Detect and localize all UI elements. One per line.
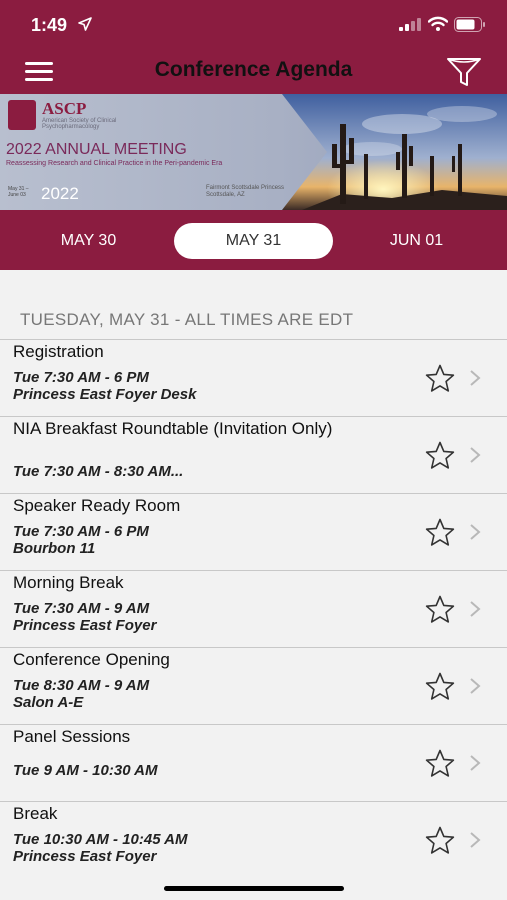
battery-icon — [454, 17, 485, 32]
chevron-right-icon — [470, 755, 481, 771]
cellular-signal-icon — [399, 18, 421, 31]
session-row[interactable]: Conference Opening Tue 8:30 AM - 9 AM Sa… — [0, 647, 507, 724]
star-outline-icon[interactable] — [425, 364, 455, 393]
status-time: 1:49 — [31, 15, 68, 35]
banner-venue: Fairmont Scottsdale Princess Scottsdale,… — [206, 185, 284, 199]
star-outline-icon[interactable] — [425, 749, 455, 778]
location-arrow-icon — [78, 17, 92, 31]
session-title: NIA Breakfast Roundtable (Invitation Onl… — [13, 419, 333, 438]
chevron-right-icon — [470, 370, 481, 386]
chevron-right-icon — [470, 447, 481, 463]
banner-dates: May 31 – June 03 — [8, 186, 29, 198]
chevron-right-icon — [470, 524, 481, 540]
app-header: 1:49 Conference Agenda — [0, 0, 507, 94]
session-row[interactable]: Panel Sessions Tue 9 AM - 10:30 AM — [0, 724, 507, 801]
session-location: Princess East Foyer — [13, 617, 157, 634]
date-tab-jun-01[interactable]: JUN 01 — [337, 223, 496, 259]
date-tab-may-31[interactable]: MAY 31 — [174, 223, 333, 259]
status-bar: 1:49 — [0, 0, 507, 50]
session-row[interactable]: NIA Breakfast Roundtable (Invitation Onl… — [0, 416, 507, 493]
banner-org: ASCP — [42, 99, 87, 118]
banner-org-full: American Society of Clinical Psychopharm… — [42, 118, 117, 130]
chevron-right-icon — [470, 601, 481, 617]
banner-year: 2022 — [41, 184, 79, 203]
session-time: Tue 8:30 AM - 9 AM — [13, 677, 150, 694]
banner-venue-line1: Fairmont Scottsdale Princess — [206, 185, 285, 191]
wifi-icon — [428, 16, 448, 31]
session-row[interactable]: Speaker Ready Room Tue 7:30 AM - 6 PM Bo… — [0, 493, 507, 570]
banner-subtitle: Reassessing Research and Clinical Practi… — [6, 160, 223, 167]
banner-venue-line2: Scottsdale, AZ — [206, 192, 245, 198]
session-row[interactable]: Break Tue 10:30 AM - 10:45 AM Princess E… — [0, 801, 507, 878]
chevron-right-icon — [470, 832, 481, 848]
banner-meeting-title: 2022 ANNUAL MEETING — [6, 141, 187, 158]
event-banner: ASCP American Society of Clinical Psycho… — [0, 94, 507, 210]
session-row[interactable]: Morning Break Tue 7:30 AM - 9 AM Princes… — [0, 570, 507, 647]
desert-cactus-image — [282, 94, 507, 210]
day-section-header: TUESDAY, MAY 31 - ALL TIMES ARE EDT — [20, 310, 354, 329]
session-title: Panel Sessions — [13, 727, 131, 746]
session-title: Conference Opening — [13, 650, 170, 669]
session-title: Registration — [13, 342, 104, 361]
session-time: Tue 7:30 AM - 6 PM — [13, 369, 149, 386]
home-indicator[interactable] — [164, 886, 344, 891]
session-title: Break — [13, 804, 58, 823]
session-title: Morning Break — [13, 573, 124, 592]
star-outline-icon[interactable] — [425, 595, 455, 624]
session-time: Tue 9 AM - 10:30 AM — [13, 762, 158, 779]
session-row[interactable]: Registration Tue 7:30 AM - 6 PM Princess… — [0, 339, 507, 416]
session-title: Speaker Ready Room — [13, 496, 181, 515]
session-list: Registration Tue 7:30 AM - 6 PM Princess… — [0, 339, 507, 878]
session-location: Princess East Foyer Desk — [13, 386, 197, 403]
session-time: Tue 7:30 AM - 9 AM — [13, 600, 150, 617]
navigation-bar: Conference Agenda — [0, 50, 507, 94]
session-time: Tue 7:30 AM - 8:30 AM... — [13, 463, 184, 480]
ascp-logo-icon — [8, 100, 36, 130]
star-outline-icon[interactable] — [425, 826, 455, 855]
page-title: Conference Agenda — [154, 58, 353, 81]
date-selector: MAY 30 MAY 31 JUN 01 — [0, 210, 507, 270]
star-outline-icon[interactable] — [425, 441, 455, 470]
session-time: Tue 7:30 AM - 6 PM — [13, 523, 149, 540]
star-outline-icon[interactable] — [425, 672, 455, 701]
filter-funnel-icon[interactable] — [446, 56, 482, 88]
chevron-right-icon — [470, 678, 481, 694]
session-location: Bourbon 11 — [13, 540, 96, 557]
session-location: Salon A-E — [13, 694, 84, 711]
session-time: Tue 10:30 AM - 10:45 AM — [13, 831, 188, 848]
session-location: Princess East Foyer — [13, 848, 157, 865]
star-outline-icon[interactable] — [425, 518, 455, 547]
date-tab-may-30[interactable]: MAY 30 — [9, 223, 168, 259]
